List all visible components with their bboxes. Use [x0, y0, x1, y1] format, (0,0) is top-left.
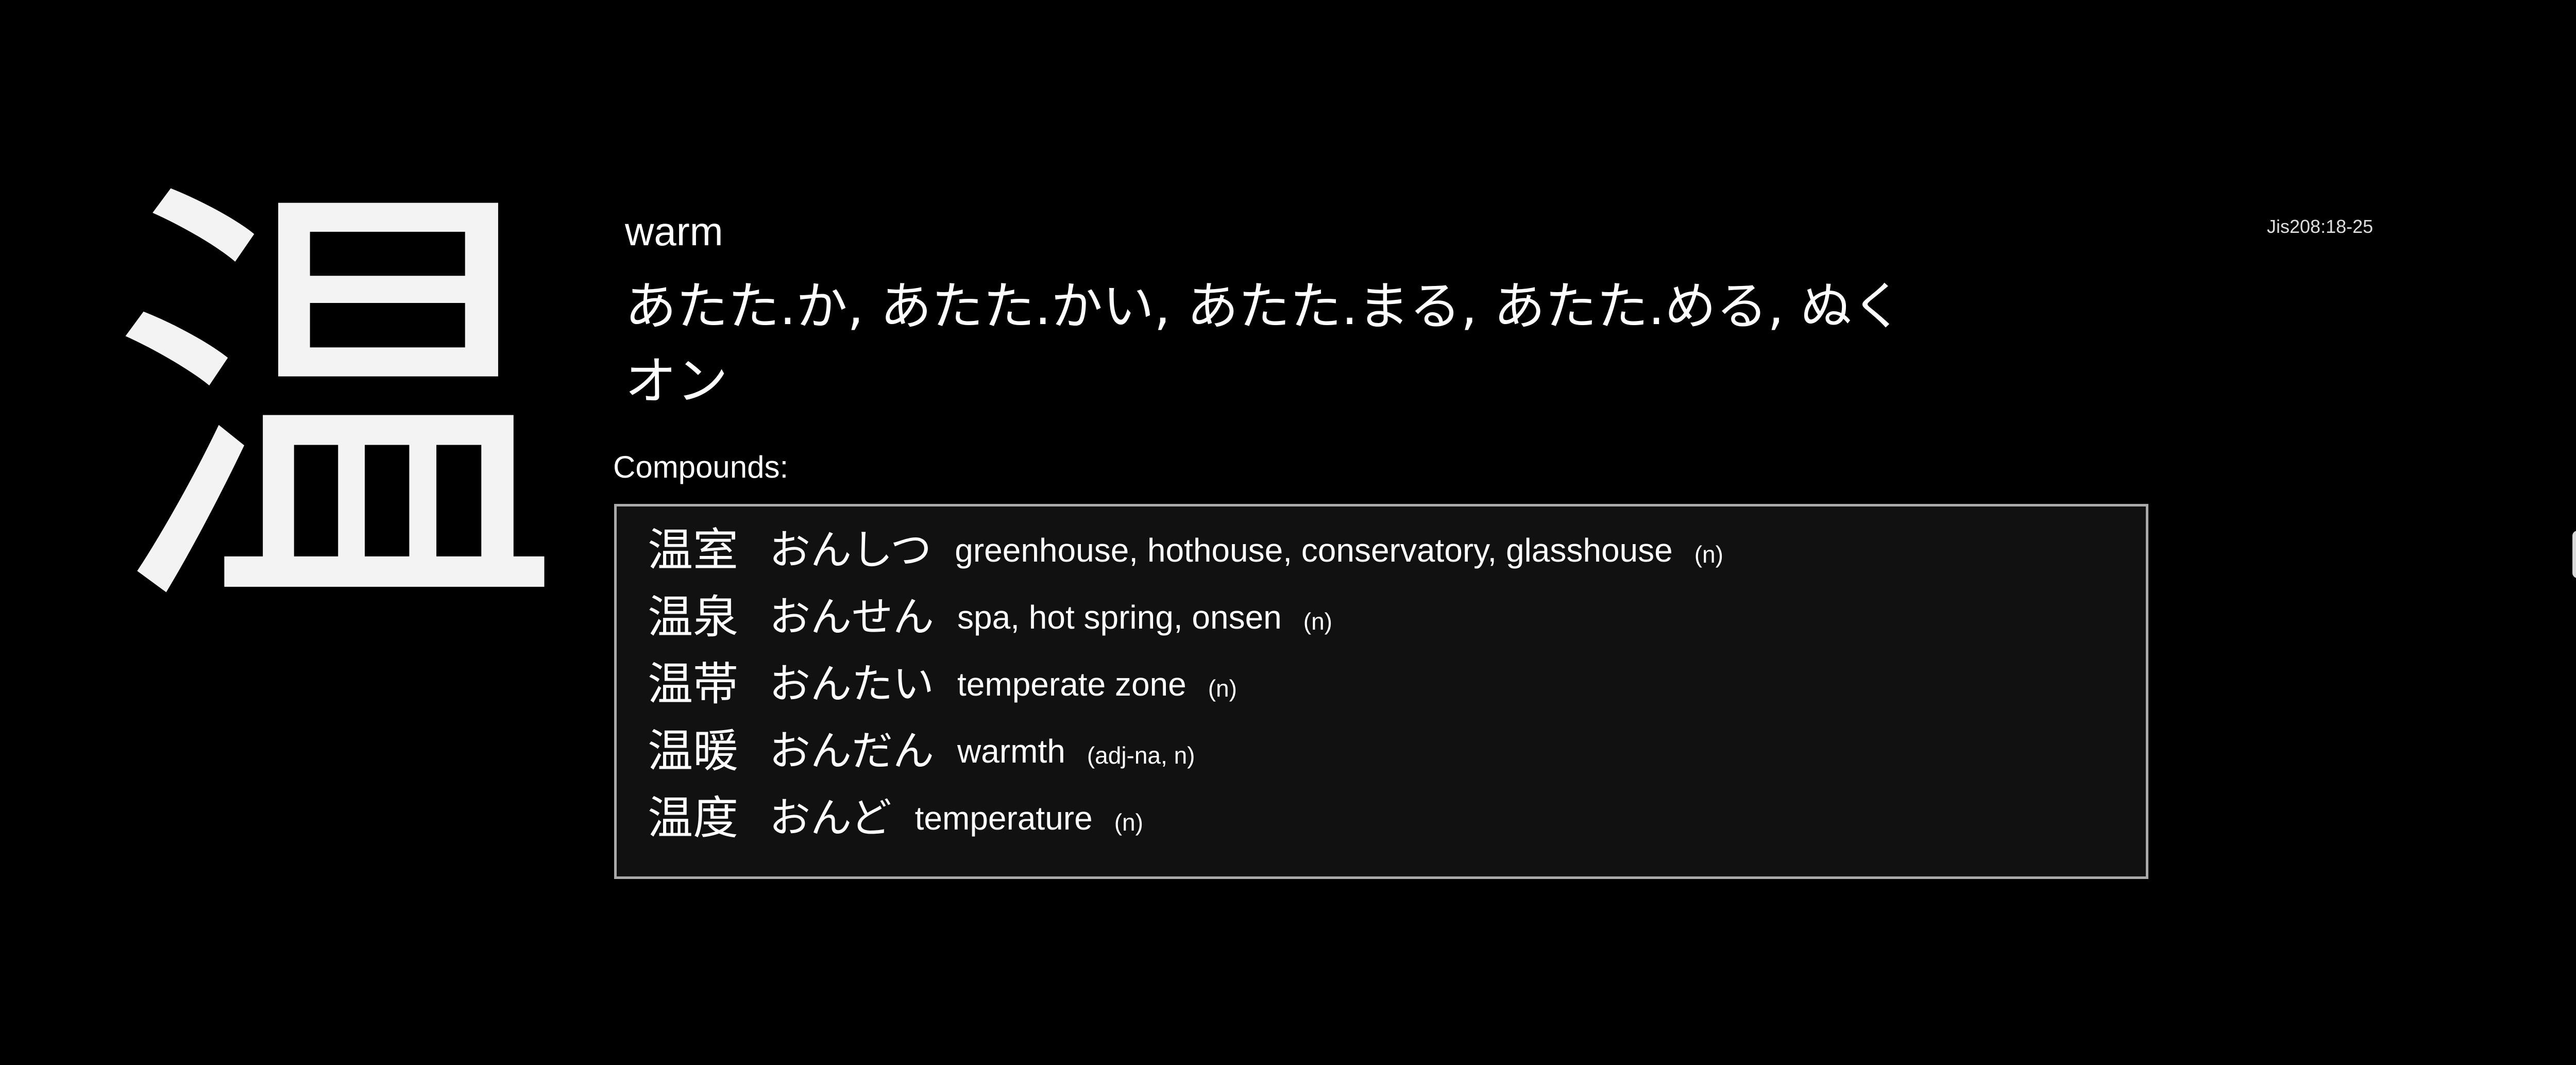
compounds-label: Compounds: — [613, 450, 789, 484]
compound-gloss: greenhouse, hothouse, conservatory, glas… — [955, 532, 1673, 569]
list-item: 温度 おんど temperature (n) — [648, 785, 2146, 852]
compound-reading: おんど — [769, 794, 892, 842]
list-item: 温泉 おんせん spa, hot spring, onsen (n) — [648, 584, 2146, 651]
compound-pos: (adj-na, n) — [1087, 742, 1195, 769]
compound-word: 温度 — [648, 791, 739, 844]
main-kanji: 温 — [108, 143, 562, 671]
on-readings: オン — [625, 351, 728, 411]
compound-gloss: spa, hot spring, onsen — [957, 599, 1282, 636]
compound-gloss: temperate zone — [957, 666, 1187, 703]
compounds-list: 温室 おんしつ greenhouse, hothouse, conservato… — [614, 504, 2148, 879]
compound-word: 温帯 — [648, 657, 739, 711]
list-item: 温暖 おんだん warmth (adj-na, n) — [648, 718, 2146, 785]
meaning-text: warm — [625, 209, 723, 254]
compound-reading: おんせん — [769, 593, 935, 641]
compound-pos: (n) — [1208, 675, 1237, 702]
compound-reading: おんしつ — [769, 526, 932, 574]
compound-word: 温暖 — [648, 724, 739, 777]
compound-gloss: temperature — [914, 800, 1093, 837]
compound-pos: (n) — [1303, 608, 1332, 635]
compound-reading: おんだん — [769, 727, 935, 775]
compound-gloss: warmth — [957, 733, 1065, 770]
jis-reference: Jis208:18-25 — [2267, 216, 2374, 237]
compound-word: 温泉 — [648, 590, 739, 644]
compound-reading: おんたい — [769, 660, 935, 708]
compound-pos: (n) — [1694, 541, 1723, 568]
compound-pos: (n) — [1114, 809, 1143, 836]
compound-word: 温室 — [648, 523, 739, 577]
list-item: 温帯 おんたい temperate zone (n) — [648, 651, 2146, 718]
list-item: 温室 おんしつ greenhouse, hothouse, conservato… — [648, 517, 2146, 584]
scroll-handle[interactable] — [2572, 531, 2576, 578]
kun-readings: あたた.か, あたた.かい, あたた.まる, あたた.める, ぬく — [625, 276, 1904, 336]
